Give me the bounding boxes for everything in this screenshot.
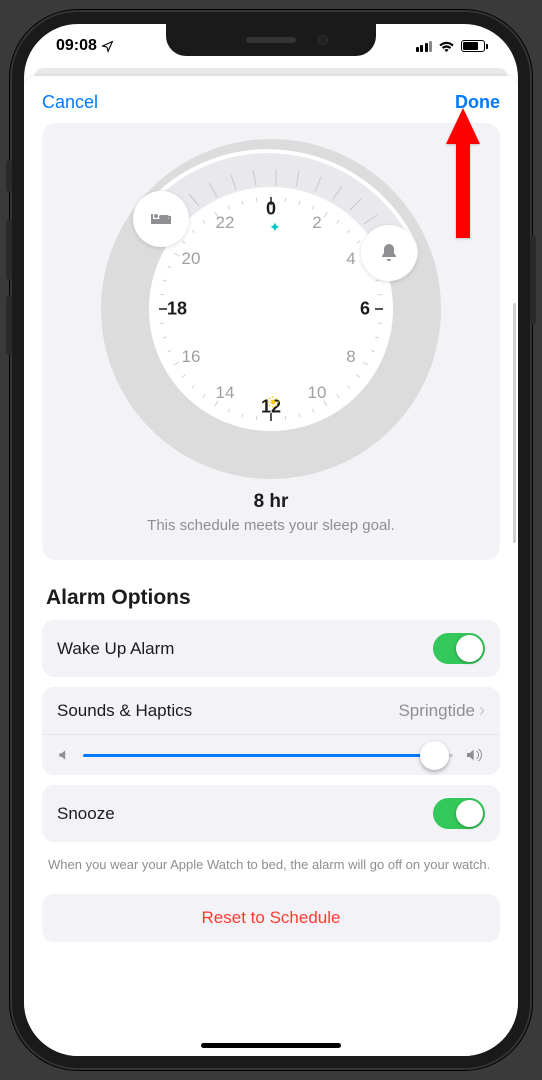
dial-hour-4: 4 <box>346 249 355 269</box>
dial-hour-14: 14 <box>216 383 235 403</box>
dial-hour-22: 22 <box>216 213 235 233</box>
dial-hour-0: 0 <box>266 199 276 220</box>
dial-hour-10: 10 <box>308 383 327 403</box>
content: 0 2 4 6 8 10 12 14 16 18 20 22 ✦ <box>24 123 518 1056</box>
silent-switch <box>6 160 12 192</box>
wake-up-alarm-toggle[interactable] <box>433 633 485 664</box>
volume-slider[interactable] <box>83 754 433 757</box>
snooze-label: Snooze <box>57 804 115 824</box>
bed-icon <box>149 210 173 228</box>
power-button <box>530 235 536 325</box>
dial-hour-6: 6 <box>360 299 370 320</box>
sounds-haptics-value: Springtide <box>398 701 475 721</box>
screen: 09:08 Cancel Done <box>24 24 518 1056</box>
battery-icon <box>461 40 488 52</box>
dial-hour-2: 2 <box>312 213 321 233</box>
speaker-low-icon <box>57 748 71 762</box>
dial-hour-8: 8 <box>346 347 355 367</box>
scroll-indicator[interactable] <box>513 303 516 543</box>
volume-slider-row <box>42 735 500 775</box>
notch <box>166 24 376 56</box>
sleep-duration: 8 hr <box>42 491 500 513</box>
phone-frame: 09:08 Cancel Done <box>10 10 532 1070</box>
signal-icon <box>416 41 433 52</box>
sounds-group: Sounds & Haptics Springtide › <box>42 687 500 775</box>
bedtime-handle[interactable] <box>133 191 189 247</box>
sleep-goal-text: This schedule meets your sleep goal. <box>42 517 500 534</box>
location-icon <box>101 40 114 53</box>
sleep-dial[interactable]: 0 2 4 6 8 10 12 14 16 18 20 22 ✦ <box>101 139 441 479</box>
watch-footnote: When you wear your Apple Watch to bed, t… <box>42 852 500 874</box>
sparkle-icon: ✦ <box>269 219 281 236</box>
dial-hour-20: 20 <box>182 249 201 269</box>
chevron-right-icon: › <box>479 700 485 721</box>
volume-down-button <box>6 295 12 355</box>
wifi-icon <box>438 40 455 53</box>
sounds-haptics-row[interactable]: Sounds & Haptics Springtide › <box>42 687 500 735</box>
status-time: 09:08 <box>56 37 97 55</box>
wake-up-alarm-label: Wake Up Alarm <box>57 639 174 659</box>
sun-icon <box>266 395 280 409</box>
alarm-options-title: Alarm Options <box>46 586 500 610</box>
wake-up-alarm-row: Wake Up Alarm <box>42 620 500 677</box>
wakeup-handle[interactable] <box>361 225 417 281</box>
sounds-haptics-label: Sounds & Haptics <box>57 701 192 721</box>
annotation-arrow <box>442 108 484 238</box>
bell-icon <box>379 242 399 264</box>
speaker-high-icon <box>465 747 485 763</box>
volume-up-button <box>6 220 12 280</box>
dial-hour-18: 18 <box>167 299 187 320</box>
dial-hour-16: 16 <box>182 347 201 367</box>
cancel-button[interactable]: Cancel <box>42 92 98 113</box>
reset-to-schedule-button[interactable]: Reset to Schedule <box>42 894 500 942</box>
sleep-dial-card: 0 2 4 6 8 10 12 14 16 18 20 22 ✦ <box>42 123 500 560</box>
snooze-row: Snooze <box>42 785 500 842</box>
home-indicator[interactable] <box>201 1043 341 1048</box>
snooze-toggle[interactable] <box>433 798 485 829</box>
